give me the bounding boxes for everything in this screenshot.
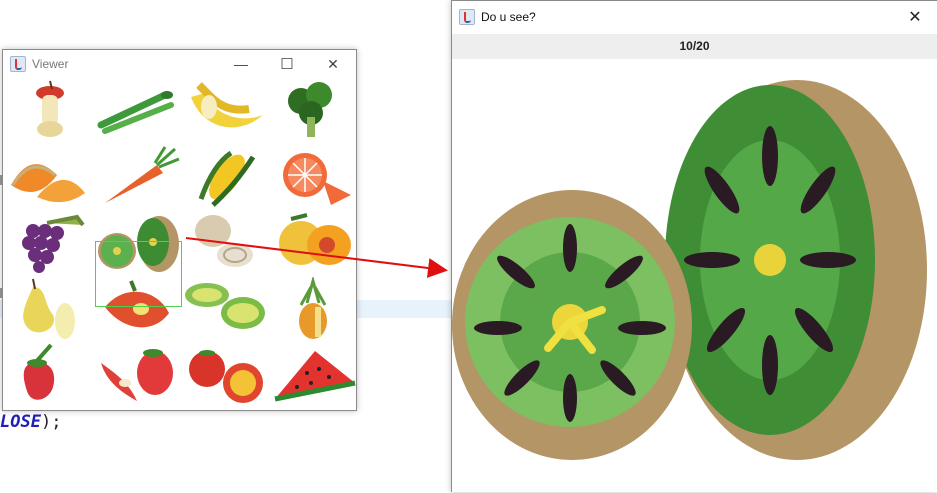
thumbnail-grid <box>7 79 356 409</box>
close-button[interactable]: ✕ <box>892 1 937 32</box>
java-app-icon <box>459 8 475 25</box>
thumbnail-cucumber[interactable] <box>183 277 269 343</box>
thumbnail-pear[interactable] <box>7 277 93 343</box>
thumbnail-cantaloupe[interactable] <box>7 145 93 211</box>
enlarged-kiwi-image <box>452 80 927 460</box>
thumbnail-apple-core[interactable] <box>7 79 93 145</box>
editor-code-line: LOSE); <box>0 412 62 432</box>
viewer-title: Viewer <box>32 57 69 71</box>
viewer-titlebar[interactable]: Viewer — ☐ ✕ <box>3 50 356 78</box>
thumbnail-watermelon[interactable] <box>271 343 357 409</box>
detail-titlebar[interactable]: Do u see? ✕ <box>452 1 937 32</box>
thumbnail-tomato[interactable] <box>183 343 269 409</box>
thumbnail-corn[interactable] <box>183 145 269 211</box>
detail-title: Do u see? <box>481 9 536 24</box>
detail-window: Do u see? ✕ 10/20 <box>451 0 937 492</box>
thumbnail-grapefruit[interactable] <box>271 145 357 211</box>
thumbnail-pineapple[interactable] <box>271 277 357 343</box>
thumbnail-grapes[interactable] <box>7 211 93 277</box>
thumbnail-broccoli[interactable] <box>271 79 357 145</box>
close-button[interactable]: ✕ <box>310 50 356 78</box>
selection-highlight <box>95 241 182 307</box>
thumbnail-carrot[interactable] <box>95 145 181 211</box>
minimize-button[interactable]: — <box>218 50 264 78</box>
thumbnail-onion[interactable] <box>183 211 269 277</box>
thumbnail-strawberry[interactable] <box>7 343 93 409</box>
thumbnail-peach[interactable] <box>271 211 357 277</box>
image-counter: 10/20 <box>452 34 937 59</box>
thumbnail-asparagus[interactable] <box>95 79 181 145</box>
viewer-window: Viewer — ☐ ✕ <box>2 49 357 411</box>
thumbnail-chili-strawberry[interactable] <box>95 343 181 409</box>
thumbnail-banana[interactable] <box>183 79 269 145</box>
maximize-button[interactable]: ☐ <box>264 50 310 78</box>
java-app-icon <box>10 56 26 72</box>
